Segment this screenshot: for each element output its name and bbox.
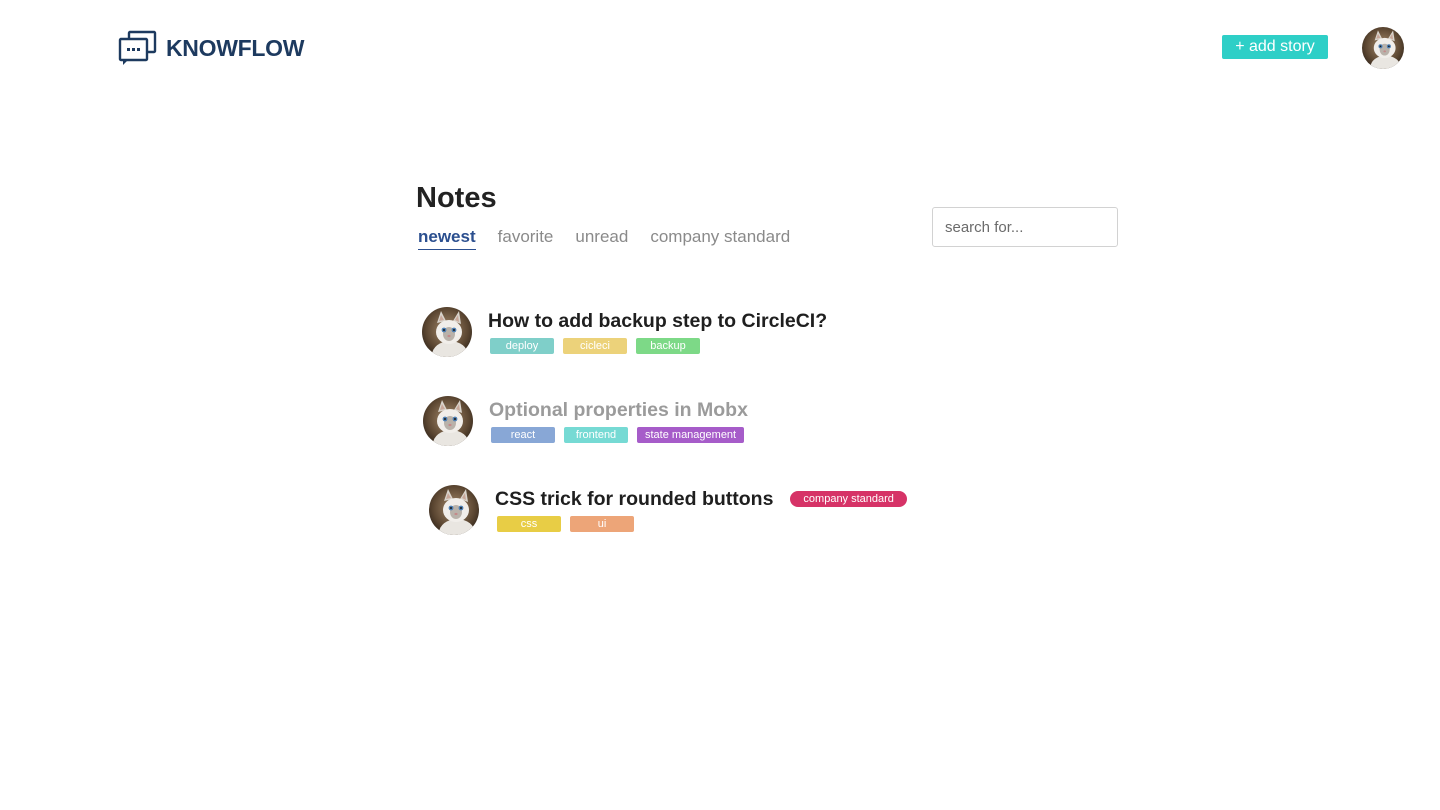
tag-frontend[interactable]: frontend bbox=[564, 427, 628, 443]
author-avatar bbox=[423, 396, 473, 446]
note-tags: css ui bbox=[497, 516, 907, 532]
note-item[interactable]: CSS trick for rounded buttons company st… bbox=[429, 485, 907, 535]
user-avatar[interactable] bbox=[1362, 27, 1404, 69]
search-input[interactable] bbox=[932, 207, 1118, 247]
tab-newest[interactable]: newest bbox=[418, 226, 476, 250]
tag-ui[interactable]: ui bbox=[570, 516, 634, 532]
tab-unread[interactable]: unread bbox=[575, 226, 628, 250]
cat-avatar-icon bbox=[423, 396, 473, 446]
author-avatar bbox=[429, 485, 479, 535]
tag-backup[interactable]: backup bbox=[636, 338, 700, 354]
cat-avatar-icon bbox=[422, 307, 472, 357]
tab-company-standard[interactable]: company standard bbox=[650, 226, 790, 250]
chat-bubbles-icon bbox=[118, 30, 158, 66]
page-title: Notes bbox=[416, 182, 497, 214]
notes-tabs: newest favorite unread company standard bbox=[418, 226, 812, 250]
note-title[interactable]: CSS trick for rounded buttons bbox=[495, 486, 773, 512]
note-item[interactable]: How to add backup step to CircleCI? depl… bbox=[422, 307, 827, 357]
cat-avatar-icon bbox=[1362, 27, 1404, 69]
tag-cicleci[interactable]: cicleci bbox=[563, 338, 627, 354]
note-tags: deploy cicleci backup bbox=[490, 338, 827, 354]
tab-favorite[interactable]: favorite bbox=[498, 226, 554, 250]
note-title[interactable]: Optional properties in Mobx bbox=[489, 397, 748, 423]
brand-name: KNOWFLOW bbox=[166, 34, 305, 61]
company-standard-badge: company standard bbox=[790, 491, 907, 507]
tag-state-management[interactable]: state management bbox=[637, 427, 745, 443]
author-avatar bbox=[422, 307, 472, 357]
cat-avatar-icon bbox=[429, 485, 479, 535]
tag-css[interactable]: css bbox=[497, 516, 561, 532]
note-title[interactable]: How to add backup step to CircleCI? bbox=[488, 308, 827, 334]
tag-react[interactable]: react bbox=[491, 427, 555, 443]
add-story-button[interactable]: + add story bbox=[1222, 35, 1328, 59]
note-tags: react frontend state management bbox=[491, 427, 753, 443]
brand-logo[interactable]: KNOWFLOW bbox=[118, 30, 304, 66]
note-item[interactable]: Optional properties in Mobx react fronte… bbox=[423, 396, 753, 446]
tag-deploy[interactable]: deploy bbox=[490, 338, 554, 354]
